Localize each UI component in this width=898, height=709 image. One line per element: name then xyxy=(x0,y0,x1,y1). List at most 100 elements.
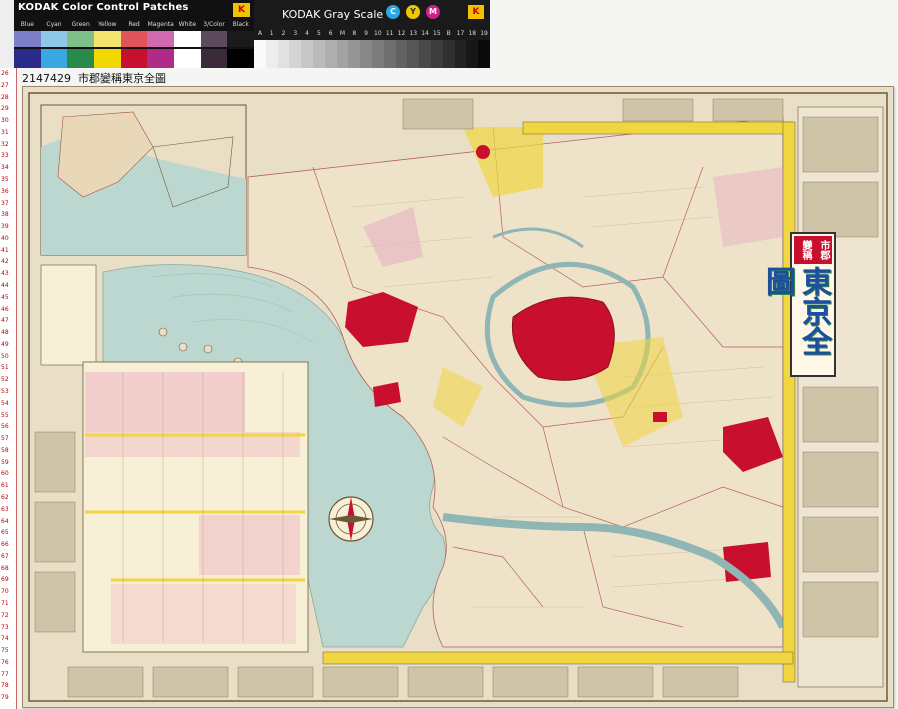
gray-step-patch xyxy=(312,40,325,68)
gray-step-patch xyxy=(277,40,290,68)
vertical-ruler: 26 27 28 29 30 31 32 33 34 35 36 37 38 39 40 41 42 43 44 45… xyxy=(0,68,17,709)
kodak-gray-scale-target: KODAK Gray Scale C Y M K A 1 2 3 4 5 6 M 8 9 10 11 1… xyxy=(254,0,490,68)
ruler-number: 53 xyxy=(1,388,9,395)
ruler-number: 55 xyxy=(1,411,9,419)
color-patch xyxy=(94,31,121,47)
gray-step-patch xyxy=(466,40,479,68)
ruler-number: 30 xyxy=(1,117,9,125)
magenta-dot-icon: M xyxy=(426,5,440,19)
ruler-number: 27 xyxy=(1,81,9,89)
ruler-number: 39 xyxy=(1,223,9,231)
yellow-frame-right xyxy=(782,121,796,683)
ruler-number: 67 xyxy=(1,552,9,560)
color-patch xyxy=(227,49,255,68)
fort-island xyxy=(158,327,168,337)
ruler-number: 47 xyxy=(1,317,9,325)
tokyo-map-sheet: 市郡 變稱 東京全圖 xyxy=(22,86,894,708)
color-patch xyxy=(174,49,201,68)
ruler-number: 71 xyxy=(1,600,9,607)
gray-step-label: 11 xyxy=(385,30,394,37)
ruler-number: 32 xyxy=(1,140,9,148)
gray-step-label: 5 xyxy=(316,30,321,37)
ruler-number: 68 xyxy=(1,564,9,572)
gray-step-patch xyxy=(478,40,490,68)
gray-step-patch xyxy=(348,40,361,68)
gray-step-patch xyxy=(265,40,278,68)
gray-step-patch xyxy=(419,40,431,68)
gray-step-label: M xyxy=(339,30,346,37)
color-patch xyxy=(147,31,175,47)
document-identifier: 2147429 市郡變稱東京全圖 xyxy=(22,70,166,86)
ruler-number: 52 xyxy=(1,376,9,384)
ruler-number: 28 xyxy=(1,93,9,101)
patch-label: Cyan xyxy=(46,21,62,28)
patch-label: 3/Color xyxy=(203,21,225,28)
gray-step-label: 4 xyxy=(305,30,309,37)
ruler-number: 57 xyxy=(1,435,9,443)
ruler-number: 43 xyxy=(1,270,9,278)
ruler-number: 70 xyxy=(1,588,9,596)
gray-step-patch xyxy=(324,40,337,68)
yellow-frame-top xyxy=(522,121,794,135)
red-estate xyxy=(476,145,490,159)
kodak-logo-icon: K xyxy=(233,3,250,17)
ruler-number: 66 xyxy=(1,541,9,549)
index-block-pink xyxy=(85,372,245,432)
ruler-number: 61 xyxy=(1,482,9,490)
gray-step-label: 18 xyxy=(468,30,477,37)
gray-step-label: B xyxy=(446,30,451,37)
cartouche-subtitle: 市郡 變稱 xyxy=(794,236,832,264)
index-block-pink xyxy=(111,584,296,644)
color-patch xyxy=(120,31,148,47)
ruler-number: 38 xyxy=(1,211,9,219)
gray-step-patch xyxy=(301,40,313,68)
map-drawing xyxy=(28,92,888,702)
patch-label: Black xyxy=(232,21,249,28)
color-patch xyxy=(67,31,95,47)
district-pink xyxy=(713,167,783,247)
index-block-pink xyxy=(199,515,300,575)
ruler-number: 49 xyxy=(1,340,9,348)
gray-step-patch xyxy=(407,40,420,68)
ruler-number: 69 xyxy=(1,576,9,584)
color-patch xyxy=(94,49,121,68)
gray-step-label: 14 xyxy=(421,30,429,37)
ruler-number: 79 xyxy=(1,694,9,702)
color-control-title: KODAK Color Control Patches xyxy=(18,2,189,13)
gray-step-patch xyxy=(395,40,408,68)
color-patch xyxy=(200,31,228,47)
fort-island xyxy=(178,342,188,352)
left-illustration-column xyxy=(34,431,76,633)
ruler-number: 36 xyxy=(1,187,9,195)
fort-island xyxy=(203,344,213,354)
yellow-frame-bottom xyxy=(322,651,794,665)
gray-scale-title: KODAK Gray Scale xyxy=(282,8,384,21)
ruler-number: 37 xyxy=(1,199,9,207)
patch-label: Red xyxy=(128,21,140,28)
ruler-number: 62 xyxy=(1,494,9,501)
gray-step-label: 3 xyxy=(293,30,298,37)
ruler-number: 50 xyxy=(1,352,9,360)
ruler-number: 74 xyxy=(1,635,9,643)
ruler-number: 73 xyxy=(1,623,9,631)
gray-step-patch xyxy=(430,40,443,68)
bottom-illustration-strip xyxy=(67,666,739,698)
gray-step-label: 1 xyxy=(269,30,274,37)
patch-label: Magenta xyxy=(147,21,174,28)
gray-step-label: 19 xyxy=(480,30,488,37)
color-patch xyxy=(14,49,41,68)
gray-step-patch xyxy=(383,40,396,68)
color-patch xyxy=(40,31,68,47)
gray-step-patch xyxy=(454,40,467,68)
ruler-number: 72 xyxy=(1,611,9,619)
ruler-number: 58 xyxy=(1,446,9,454)
gray-step-patch xyxy=(360,40,372,68)
ruler-number: 26 xyxy=(1,70,9,77)
ruler-number: 75 xyxy=(1,647,9,655)
document-id: 2147429 xyxy=(22,72,71,85)
color-patch xyxy=(120,49,148,68)
red-estate xyxy=(723,542,771,582)
ruler-number: 60 xyxy=(1,470,9,478)
ruler-number: 45 xyxy=(1,293,9,301)
color-patch xyxy=(147,49,175,68)
